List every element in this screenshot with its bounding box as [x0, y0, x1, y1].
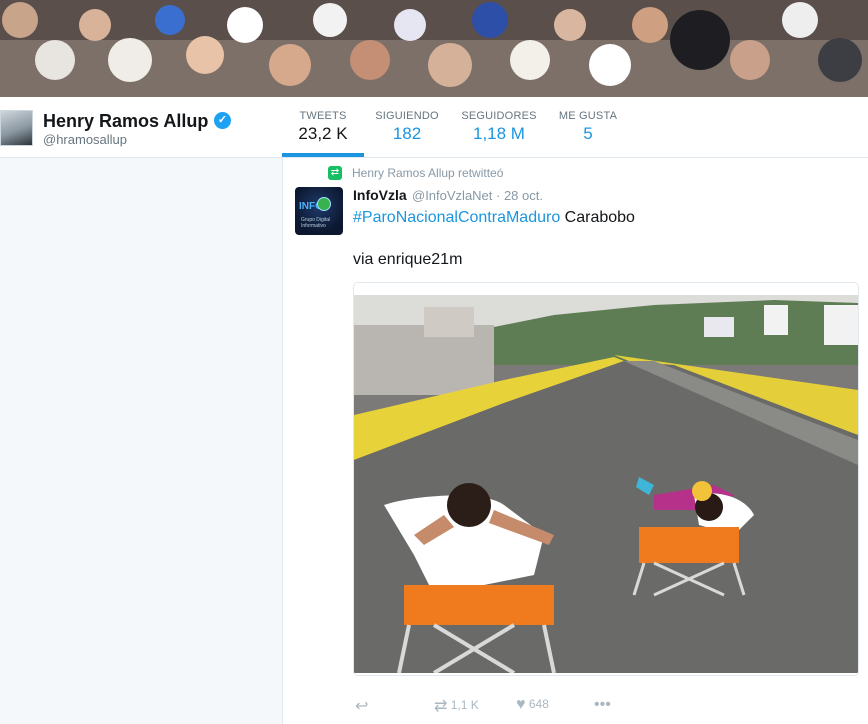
stat-value: 5 [583, 124, 593, 143]
stat-value: 23,2 K [298, 124, 348, 143]
more-icon: ••• [594, 696, 611, 713]
more-button[interactable]: ••• [594, 696, 611, 714]
stat-label: SEGUIDORES [461, 110, 537, 122]
tweet-author-name[interactable]: InfoVzla [353, 187, 407, 203]
tweet-via-text: via enrique21m [353, 251, 463, 268]
stat-followers[interactable]: SEGUIDORES 1,18 M [459, 110, 539, 144]
heart-icon: ♥ [516, 696, 526, 713]
banner-crowd-image [0, 0, 868, 97]
stat-tweets[interactable]: TWEETS 23,2 K [283, 110, 363, 144]
tweet-text: #ParoNacionalContraMaduro Carabobo [353, 207, 635, 229]
tweet-photo[interactable] [353, 282, 859, 676]
like-button[interactable]: ♥ 648 [516, 696, 549, 714]
reply-button[interactable]: ↩ [355, 696, 368, 716]
avatar-subtitle: Grupo Digital Informativo [301, 217, 331, 229]
tweet-author-avatar[interactable]: INFO Grupo Digital Informativo [295, 187, 343, 235]
stat-following[interactable]: SIGUIENDO 182 [368, 110, 446, 144]
retweet-button[interactable]: ⇄ 1,1 K [434, 696, 479, 716]
tweet-author-handle[interactable]: @InfoVzlaNet · 28 oct. [412, 188, 543, 203]
like-count: 648 [528, 697, 549, 712]
stat-likes[interactable]: ME GUSTA 5 [552, 110, 624, 144]
retweet-icon: ⇄ [328, 166, 342, 180]
globe-icon [317, 197, 331, 211]
profile-handle[interactable]: @hramosallup [43, 132, 127, 147]
retweet-count: 1,1 K [450, 698, 479, 713]
stat-label: SIGUIENDO [375, 110, 439, 122]
verified-badge-icon: ✓ [214, 112, 231, 129]
photo-road-protest [354, 295, 858, 673]
active-tab-indicator [282, 153, 364, 157]
tweet-text-rest: Carabobo [560, 209, 635, 226]
stat-label: TWEETS [299, 110, 347, 122]
stat-value: 182 [392, 124, 422, 143]
profile-name[interactable]: Henry Ramos Allup [43, 111, 208, 132]
profile-banner [0, 0, 868, 97]
profile-avatar[interactable] [0, 110, 33, 146]
stat-value: 1,18 M [473, 124, 525, 143]
retweet-context[interactable]: Henry Ramos Allup retwitteó [352, 166, 503, 180]
stat-label: ME GUSTA [558, 110, 618, 122]
reply-icon: ↩ [355, 698, 369, 715]
retweet-icon: ⇄ [434, 698, 448, 715]
hashtag-link[interactable]: #ParoNacionalContraMaduro [353, 209, 560, 226]
